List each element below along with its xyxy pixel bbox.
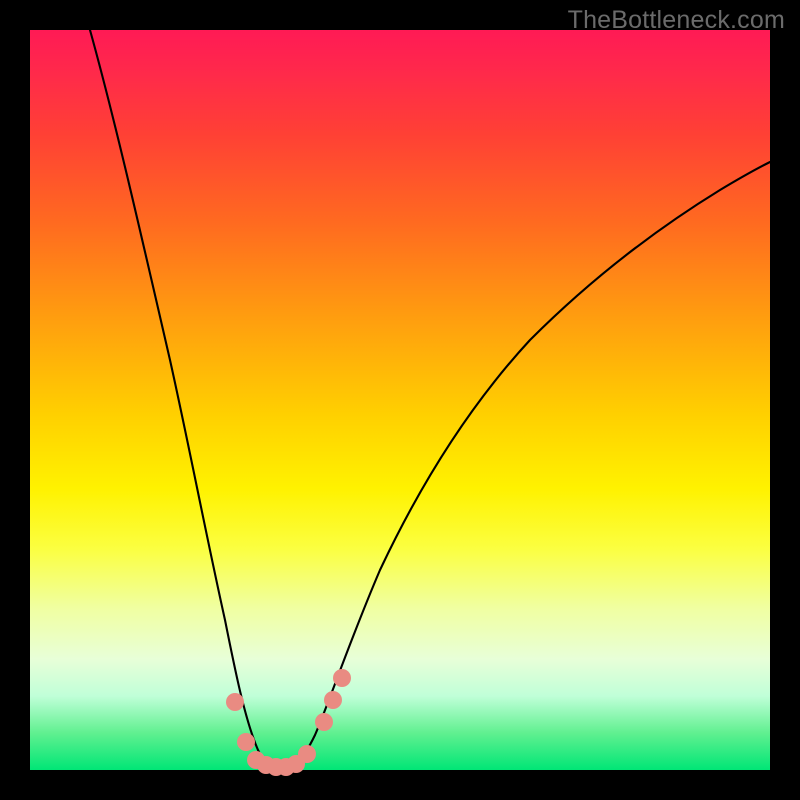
bottleneck-curve [90,30,770,770]
curve-layer [30,30,770,770]
dot [237,733,255,751]
dot [298,745,316,763]
chart-frame: TheBottleneck.com [0,0,800,800]
dot [226,693,244,711]
dot [333,669,351,687]
dot [315,713,333,731]
plot-background [30,30,770,770]
dot [324,691,342,709]
marker-dots [226,669,351,776]
